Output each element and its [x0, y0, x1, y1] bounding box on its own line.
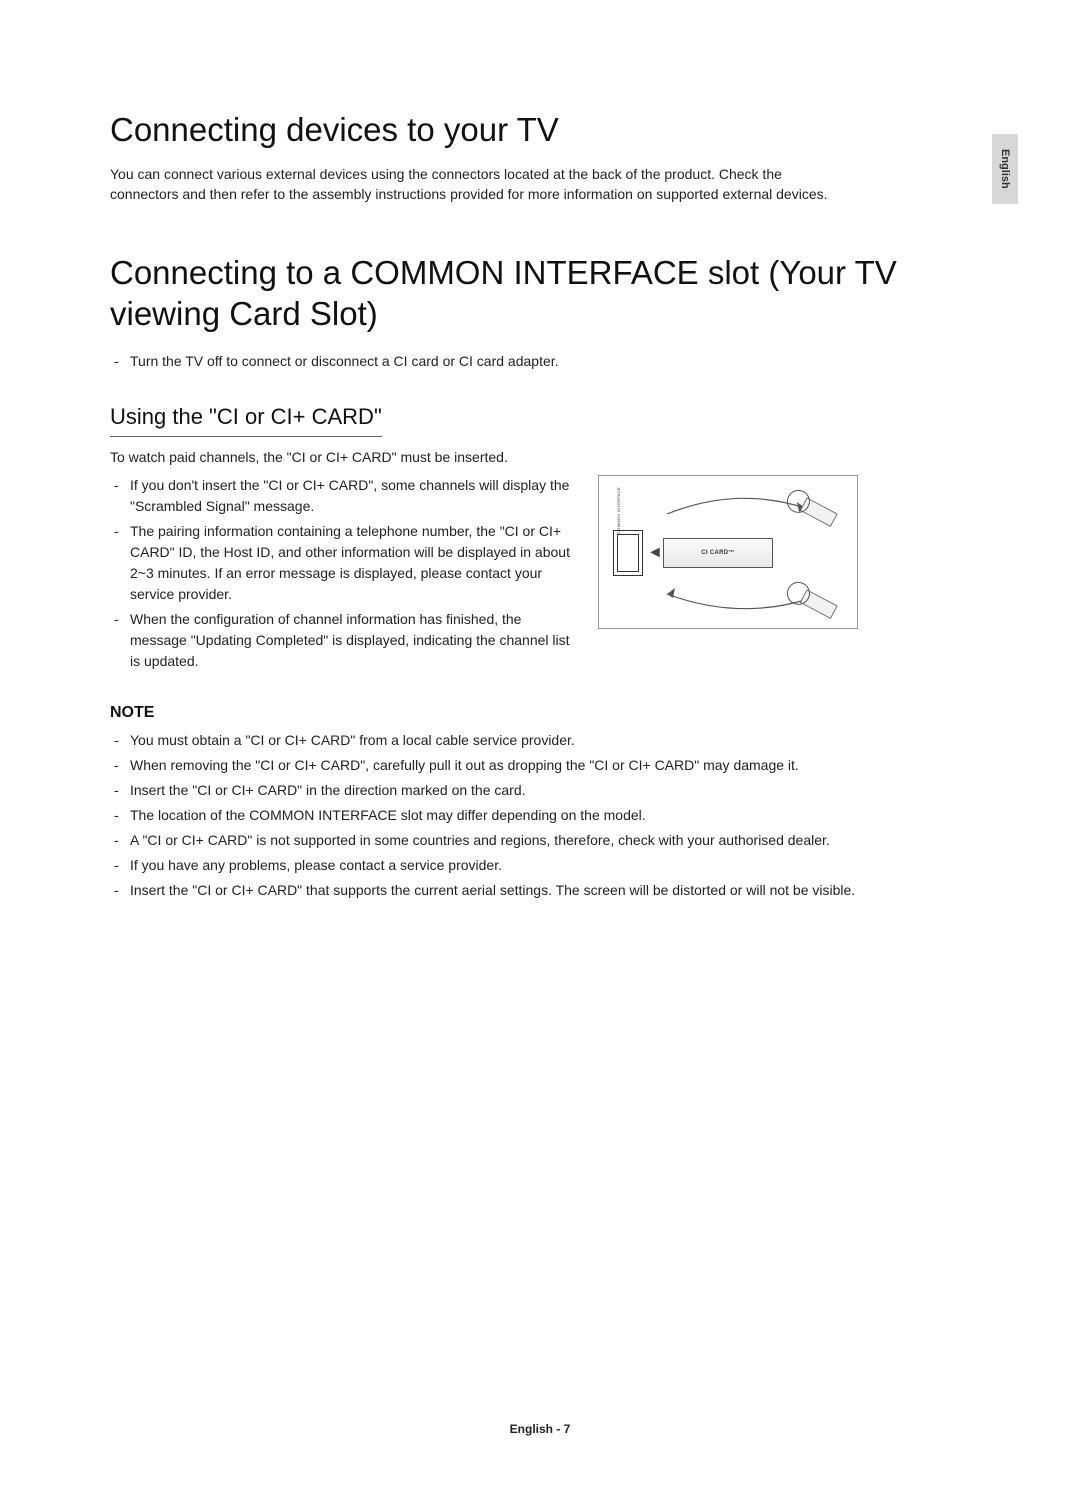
note-list: You must obtain a "CI or CI+ CARD" from …: [110, 730, 970, 901]
list-item: The location of the COMMON INTERFACE slo…: [110, 805, 970, 826]
heading-common-interface: Connecting to a COMMON INTERFACE slot (Y…: [110, 252, 970, 335]
list-item: If you don't insert the "CI or CI+ CARD"…: [110, 475, 580, 517]
slot-icon: [613, 530, 643, 576]
arrow-left-icon: ◄: [647, 544, 663, 562]
page-footer: English - 7: [0, 1422, 1080, 1436]
list-item: A "CI or CI+ CARD" is not supported in s…: [110, 830, 970, 851]
intro-paragraph: You can connect various external devices…: [110, 164, 830, 205]
language-tab: English: [992, 134, 1018, 204]
list-item: Turn the TV off to connect or disconnect…: [110, 351, 970, 372]
ci-card-figure: COMMON INTERFACE ◄ CI CARD™: [598, 475, 858, 629]
list-item: Insert the "CI or CI+ CARD" that support…: [110, 880, 970, 901]
ci-card-label: CI CARD™: [701, 550, 734, 556]
list-item: Insert the "CI or CI+ CARD" in the direc…: [110, 780, 970, 801]
using-list-column: If you don't insert the "CI or CI+ CARD"…: [110, 475, 580, 676]
list-item: You must obtain a "CI or CI+ CARD" from …: [110, 730, 970, 751]
two-column-row: If you don't insert the "CI or CI+ CARD"…: [110, 475, 970, 676]
ci-card-icon: CI CARD™: [663, 538, 773, 568]
subheading-using-ci-card: Using the "CI or CI+ CARD": [110, 404, 382, 437]
list-item: When the configuration of channel inform…: [110, 609, 580, 672]
list-item: When removing the "CI or CI+ CARD", care…: [110, 755, 970, 776]
heading-connecting-devices: Connecting devices to your TV: [110, 110, 970, 150]
list-item: The pairing information containing a tel…: [110, 521, 580, 605]
list-item: If you have any problems, please contact…: [110, 855, 970, 876]
pre-list: Turn the TV off to connect or disconnect…: [110, 351, 970, 372]
note-heading: NOTE: [110, 704, 970, 722]
sub-intro: To watch paid channels, the "CI or CI+ C…: [110, 449, 970, 465]
using-list: If you don't insert the "CI or CI+ CARD"…: [110, 475, 580, 672]
manual-page: English Connecting devices to your TV Yo…: [0, 0, 1080, 1494]
slot-label: COMMON INTERFACE: [616, 487, 621, 534]
